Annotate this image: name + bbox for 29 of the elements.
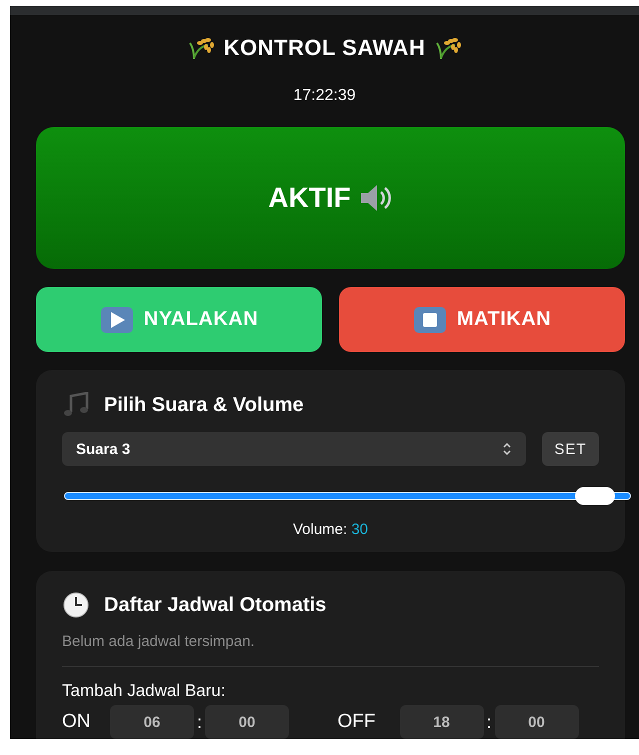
speaker-icon bbox=[358, 183, 393, 213]
time-label: ON bbox=[62, 711, 92, 733]
stop-icon bbox=[412, 306, 447, 334]
time-separator: : bbox=[485, 712, 492, 732]
app-title: KONTROL SAWAH bbox=[224, 35, 426, 61]
clock-time: 17:22:39 bbox=[293, 87, 356, 105]
music-note-icon bbox=[62, 392, 90, 418]
card-title: Daftar Jadwal Otomatis bbox=[104, 594, 326, 616]
hour-field[interactable]: 18 bbox=[400, 705, 484, 739]
sound-select[interactable]: Suara 3 bbox=[62, 432, 526, 466]
select-arrows-icon bbox=[502, 443, 512, 455]
minute-field[interactable]: 00 bbox=[494, 705, 578, 739]
set-button[interactable]: SET bbox=[542, 432, 599, 466]
card-title: Pilih Suara & Volume bbox=[104, 394, 304, 416]
volume-label: Volume: 30 bbox=[292, 521, 370, 538]
time-label: OFF bbox=[338, 711, 376, 733]
play-icon bbox=[100, 306, 134, 334]
status-label: AKTIF bbox=[268, 182, 351, 214]
volume-slider[interactable] bbox=[64, 486, 631, 506]
rice-icon bbox=[435, 36, 462, 60]
hour-field[interactable]: 06 bbox=[110, 705, 194, 739]
minute-field[interactable]: 00 bbox=[205, 705, 289, 739]
empty-message: Belum ada jadwal tersimpan. bbox=[62, 633, 256, 650]
rice-icon bbox=[188, 36, 214, 60]
section-label: Tambah Jadwal Baru: bbox=[62, 681, 226, 701]
clock-icon bbox=[62, 591, 90, 619]
stop-button[interactable]: MATIKAN bbox=[339, 287, 625, 352]
slider-thumb[interactable] bbox=[575, 487, 616, 505]
time-separator: : bbox=[196, 712, 203, 732]
